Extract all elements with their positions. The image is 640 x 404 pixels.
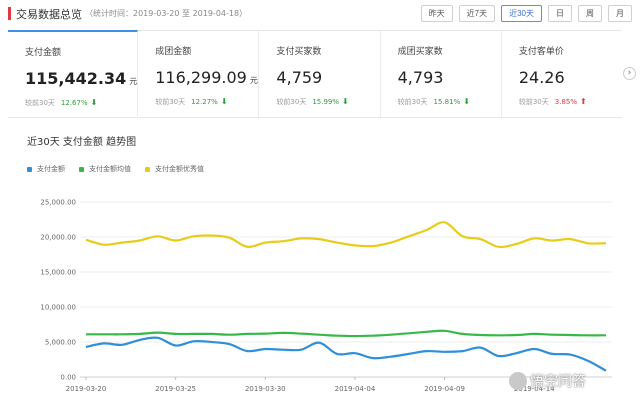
arrow-down-icon: ⬇ [90,98,98,107]
y-tick-label: 10,000.00 [40,304,76,312]
metric-card-unit-price[interactable]: 支付客单价 24.26 较前30天 3.85% ⬆ [502,31,622,117]
metric-card-pay-buyers[interactable]: 支付买家数 4,759 较前30天 15.99% ⬇ [259,31,381,117]
stat-period: （统计时间：2019-03-20 至 2019-04-18） [85,9,248,18]
metric-compare: 较前30天 12.27% ⬇ [155,97,228,106]
metric-change: 15.99% [312,98,340,106]
metric-label: 成团金额 [155,47,192,57]
watermark-text: 悟空问答 [530,374,586,390]
metric-change: 3.85% [554,98,577,106]
chevron-right-icon[interactable]: › [623,67,636,80]
legend-swatch [27,166,32,172]
range-week-button[interactable]: 周 [578,5,602,22]
legend-label: 支付金额优秀值 [155,165,204,173]
y-tick-label: 20,000.00 [40,234,76,242]
title-accent-bar [8,7,11,20]
chart-legend: 支付金额 支付金额均值 支付金额优秀值 [27,164,204,174]
page-title: 交易数据总览 [16,8,82,21]
metric-label: 支付金额 [25,48,62,58]
range-7days-button[interactable]: 近7天 [458,5,496,22]
legend-swatch [145,166,150,172]
metric-card-group-buyers[interactable]: 成团买家数 4,793 较前30天 15.81% ⬇ [381,31,502,117]
watermark: 悟空问答 [509,371,586,391]
arrow-up-icon: ⬆ [580,97,587,106]
metric-compare: 较前30天 15.81% ⬇ [397,97,470,106]
series-line-excellent [85,221,607,249]
range-month-button[interactable]: 月 [608,5,632,22]
y-tick-label: 0.00 [60,374,76,382]
legend-item-excellent[interactable]: 支付金额优秀值 [145,164,204,174]
legend-label: 支付金额 [37,165,65,173]
y-tick-label: 5,000.00 [45,339,76,347]
wukong-logo-icon [509,372,527,390]
range-day-button[interactable]: 日 [548,5,572,22]
metric-label: 支付客单价 [518,47,564,57]
legend-swatch [79,166,84,172]
x-tick-label: 2019-03-30 [245,385,286,393]
legend-label: 支付金额均值 [89,165,131,173]
metric-card-pay-amount[interactable]: 支付金额 115,442.34 元 较前30天 12.67% ⬇ [8,30,139,116]
arrow-down-icon: ⬇ [220,97,228,106]
header: 交易数据总览 （统计时间：2019-03-20 至 2019-04-18） 昨天… [0,0,640,26]
metric-unit: 元 [249,76,258,85]
x-tick-label: 2019-03-25 [155,385,196,393]
metric-cards: 支付金额 115,442.34 元 较前30天 12.67% ⬇ 成团金额 116,2… [8,30,622,118]
x-tick-label: 2019-04-09 [424,385,465,393]
metric-compare: 较前30天 3.85% ⬆ [518,97,587,106]
legend-item-pay-amount[interactable]: 支付金额 [27,164,65,174]
metric-label: 支付买家数 [276,47,322,57]
range-selector: 昨天 近7天 近30天 日 周 月 [420,5,632,22]
y-tick-label: 25,000.00 [40,199,76,207]
series-line-pay-amount [85,336,607,372]
metric-value: 4,759 [276,68,323,87]
metric-change: 15.81% [433,98,461,106]
x-tick-label: 2019-04-04 [335,385,376,393]
metric-card-group-amount[interactable]: 成团金额 116,299.09 元 较前30天 12.27% ⬇ [138,31,260,117]
metric-value: 24.26 [518,68,565,87]
metric-label: 成团买家数 [397,47,443,57]
range-30days-button[interactable]: 近30天 [501,5,542,22]
metric-compare: 较前30天 12.67% ⬇ [25,98,98,107]
metric-change: 12.27% [191,98,218,106]
x-tick-label: 2019-03-20 [66,385,107,393]
series-line-average [85,329,607,338]
y-tick-label: 15,000.00 [40,269,76,277]
range-yesterday-button[interactable]: 昨天 [420,5,453,22]
metric-compare: 较前30天 15.99% ⬇ [276,97,349,106]
metric-value: 4,793 [397,68,444,87]
metric-value: 115,442.34 元 [25,69,138,88]
arrow-down-icon: ⬇ [463,97,470,106]
metric-unit: 元 [129,77,138,86]
arrow-down-icon: ⬇ [342,97,349,106]
dashboard: 交易数据总览 （统计时间：2019-03-20 至 2019-04-18） 昨天… [0,0,640,404]
chart-title: 近30天 支付金额 趋势图 [27,137,137,148]
metric-value: 116,299.09 元 [155,68,258,87]
legend-item-average[interactable]: 支付金额均值 [79,164,131,174]
metric-change: 12.67% [60,99,88,107]
